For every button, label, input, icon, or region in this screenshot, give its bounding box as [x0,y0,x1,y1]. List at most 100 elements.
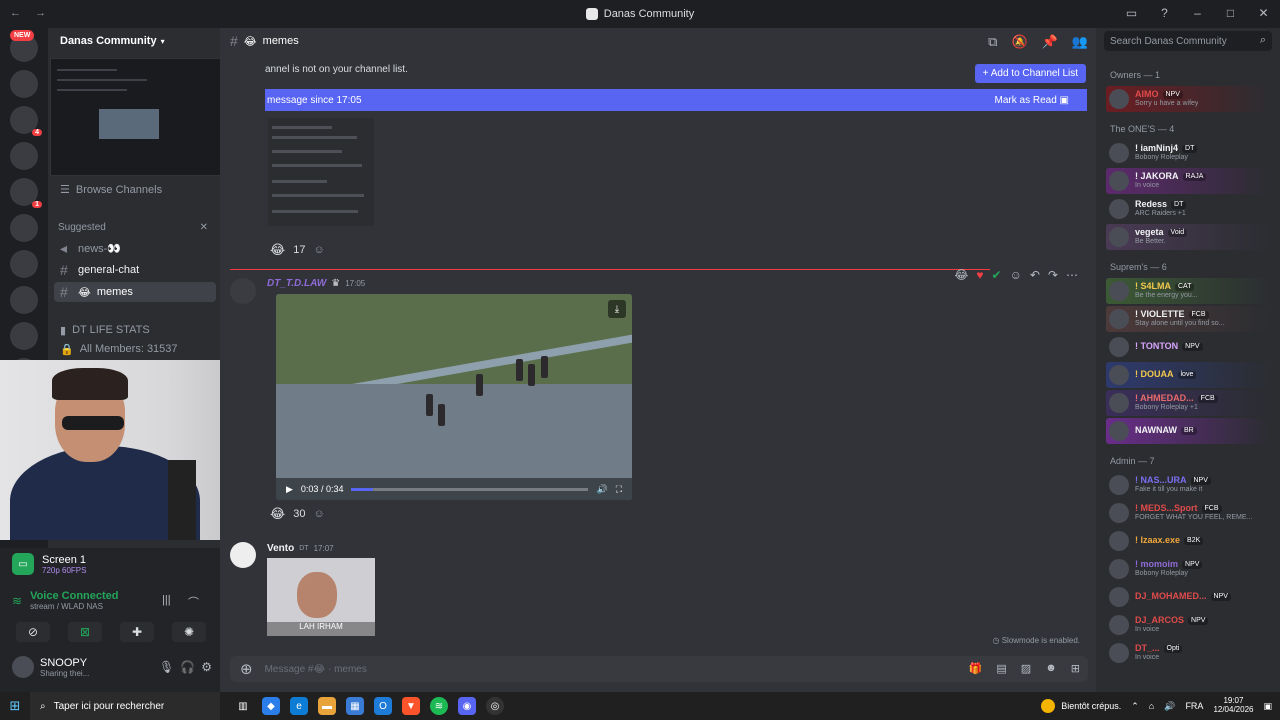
avatar[interactable] [230,278,256,304]
author-name[interactable]: DT_T.D.LAW [267,278,326,289]
member-item[interactable]: AIMO NPV Sorry u have a wifey [1106,86,1270,112]
minimize-icon[interactable]: – [1191,6,1204,20]
server-icon-9[interactable] [10,322,38,350]
spotify-icon[interactable]: ≋ [430,697,448,715]
member-item[interactable]: ! momoim NPV Bobony Roleplay [1106,556,1270,582]
channel-memes[interactable]: # 😂 memes [54,282,216,302]
add-to-channel-list-button[interactable]: + Add to Channel List [974,64,1086,83]
browse-channels[interactable]: ☰ Browse Channels [60,183,162,197]
mute-icon[interactable]: 🔕 [1011,34,1027,50]
video-attachment[interactable]: ⤓ ▶ 0:03 / 0:34 🔊 ⛶ [276,294,632,500]
image-attachment[interactable]: LAH IRHAM [267,558,375,636]
noise-icon[interactable]: ||| [162,594,171,606]
language-indicator[interactable]: FRA [1185,701,1203,711]
play-icon[interactable]: ▶ [286,484,293,495]
maximize-icon[interactable]: □ [1224,6,1237,20]
member-item[interactable]: ! AHMEDAD... FCB Bobony Roleplay +1 [1106,390,1270,416]
notification-icon[interactable]: ▣ [1263,701,1272,712]
back-arrow-icon[interactable]: ← [10,7,21,19]
channel-member-count[interactable]: 🔒 All Members: 31537 [54,339,216,359]
gift-icon[interactable]: 🎁 [969,662,983,675]
folder-icon[interactable]: ▬ [318,697,336,715]
laugh-emoji-icon[interactable]: 😂 [270,506,285,522]
app-icon[interactable]: ◆ [262,697,280,715]
server-icon-8[interactable] [10,286,38,314]
new-messages-bar[interactable]: message since 17:05 Mark as Read ▣ [265,89,1087,111]
apps-icon[interactable]: ⊞ [1071,662,1080,675]
add-reaction-icon[interactable]: ☺ [1010,268,1022,282]
close-icon[interactable]: ✕ [200,222,208,233]
clock[interactable]: 19:07 12/04/2026 [1213,696,1253,715]
close-icon[interactable]: ✕ [1257,6,1270,20]
disconnect-icon[interactable]: ⌒ [188,594,199,610]
pin-icon[interactable]: 📌 [1042,34,1058,50]
reply-icon[interactable]: ↶ [1030,268,1040,282]
members-icon[interactable]: 👥 [1072,34,1088,50]
windows-start-icon[interactable]: ⊞ [0,692,30,720]
category-dt-life-stats[interactable]: ▮ DT LIFE STATS [54,320,216,340]
gear-icon[interactable]: ⚙ [201,660,212,674]
laugh-emoji-icon[interactable]: 😂 [270,242,285,258]
forward-icon[interactable]: ↷ [1048,268,1058,282]
laugh-emoji-icon[interactable]: 😂 [954,268,968,282]
message-composer[interactable]: ⊕ Message #😂 · memes [230,656,1088,682]
heart-icon[interactable]: ♥ [976,268,983,282]
download-icon[interactable]: ⤓ [608,300,626,318]
volume-icon[interactable]: 🔊 [596,484,607,495]
server-icon-2[interactable] [10,70,38,98]
mic-icon[interactable]: 🎙 [159,660,174,674]
member-item[interactable]: ! MEDS...Sport FCB FORGET WHAT YOU FEEL, R… [1106,500,1270,526]
member-item[interactable]: vegeta Void Be Better. [1106,224,1270,250]
member-item[interactable]: Redess DT ARC Raiders +1 [1106,196,1270,222]
member-item[interactable]: ! S4LMA CAT Be the energy you... [1106,278,1270,304]
check-icon[interactable]: ✔ [992,268,1002,282]
channel-general-chat[interactable]: # general-chat [54,260,216,280]
server-icon-7[interactable] [10,250,38,278]
member-item[interactable]: DJ_ARCOS NPV In voice [1106,612,1270,638]
emoji-icon[interactable]: ☻ [1045,662,1057,675]
task-view-icon[interactable]: ▥ [234,697,252,715]
plus-icon[interactable]: ⊕ [240,660,253,678]
store-icon[interactable]: ▦ [346,697,364,715]
help-icon[interactable]: ? [1158,6,1171,20]
member-item[interactable]: NAWNAW BR [1106,418,1270,444]
threads-icon[interactable]: ⧉ [988,34,997,50]
outlook-icon[interactable]: O [374,697,392,715]
edge-icon[interactable]: e [290,697,308,715]
member-item[interactable]: ! Izaax.exe B2K [1106,528,1270,554]
video-progress[interactable] [351,487,589,491]
inbox-icon[interactable]: ▭ [1125,6,1138,20]
search-input[interactable]: Search Danas Community ⌕ [1104,31,1272,51]
member-item[interactable]: ! TONTON NPV [1106,334,1270,360]
server-name[interactable]: Danas Community ▾ [48,28,220,54]
tray-chevron-icon[interactable]: ⌃ [1131,701,1139,712]
taskbar-search[interactable]: ⌕ Taper ici pour rechercher [30,692,220,720]
add-reaction-icon[interactable]: ☺ [313,508,324,520]
avatar[interactable] [12,656,34,678]
server-icon-6[interactable] [10,214,38,242]
member-item[interactable]: DJ_MOHAMED... NPV [1106,584,1270,610]
camera-off-button[interactable]: ⊘ [16,622,50,642]
activities-button[interactable]: ✚ [120,622,154,642]
network-icon[interactable]: ⌂ [1149,701,1154,711]
more-icon[interactable]: ⋯ [1066,268,1078,282]
weather-widget[interactable]: Bientôt crépus. [1041,699,1121,713]
author-name[interactable]: Vento [267,543,294,554]
fullscreen-icon[interactable]: ⛶ [616,484,622,495]
server-icon-3[interactable]: 4 [10,106,42,136]
channel-news[interactable]: ◂ news-👀 [54,238,216,258]
headphones-icon[interactable]: 🎧 [180,660,195,674]
message-input[interactable]: Message #😂 · memes [265,664,367,675]
member-item[interactable]: ! NAS...URA NPV Fake it till you make it [1106,472,1270,498]
brave-icon[interactable]: ▼ [402,697,420,715]
member-item[interactable]: ! JAKORA RAJA In voice [1106,168,1270,194]
server-icon-5[interactable]: 1 [10,178,42,208]
message-attachment[interactable] [268,118,374,226]
volume-icon[interactable]: 🔊 [1164,701,1175,712]
server-icon-4[interactable] [10,142,38,170]
obs-icon[interactable]: ◎ [486,697,504,715]
member-item[interactable]: ! DOUAA love [1106,362,1270,388]
gif-icon[interactable]: ▤ [996,662,1006,675]
member-item[interactable]: DT_... Opti In voice [1106,640,1270,666]
screen-share-button[interactable]: ⊠ [68,622,102,642]
